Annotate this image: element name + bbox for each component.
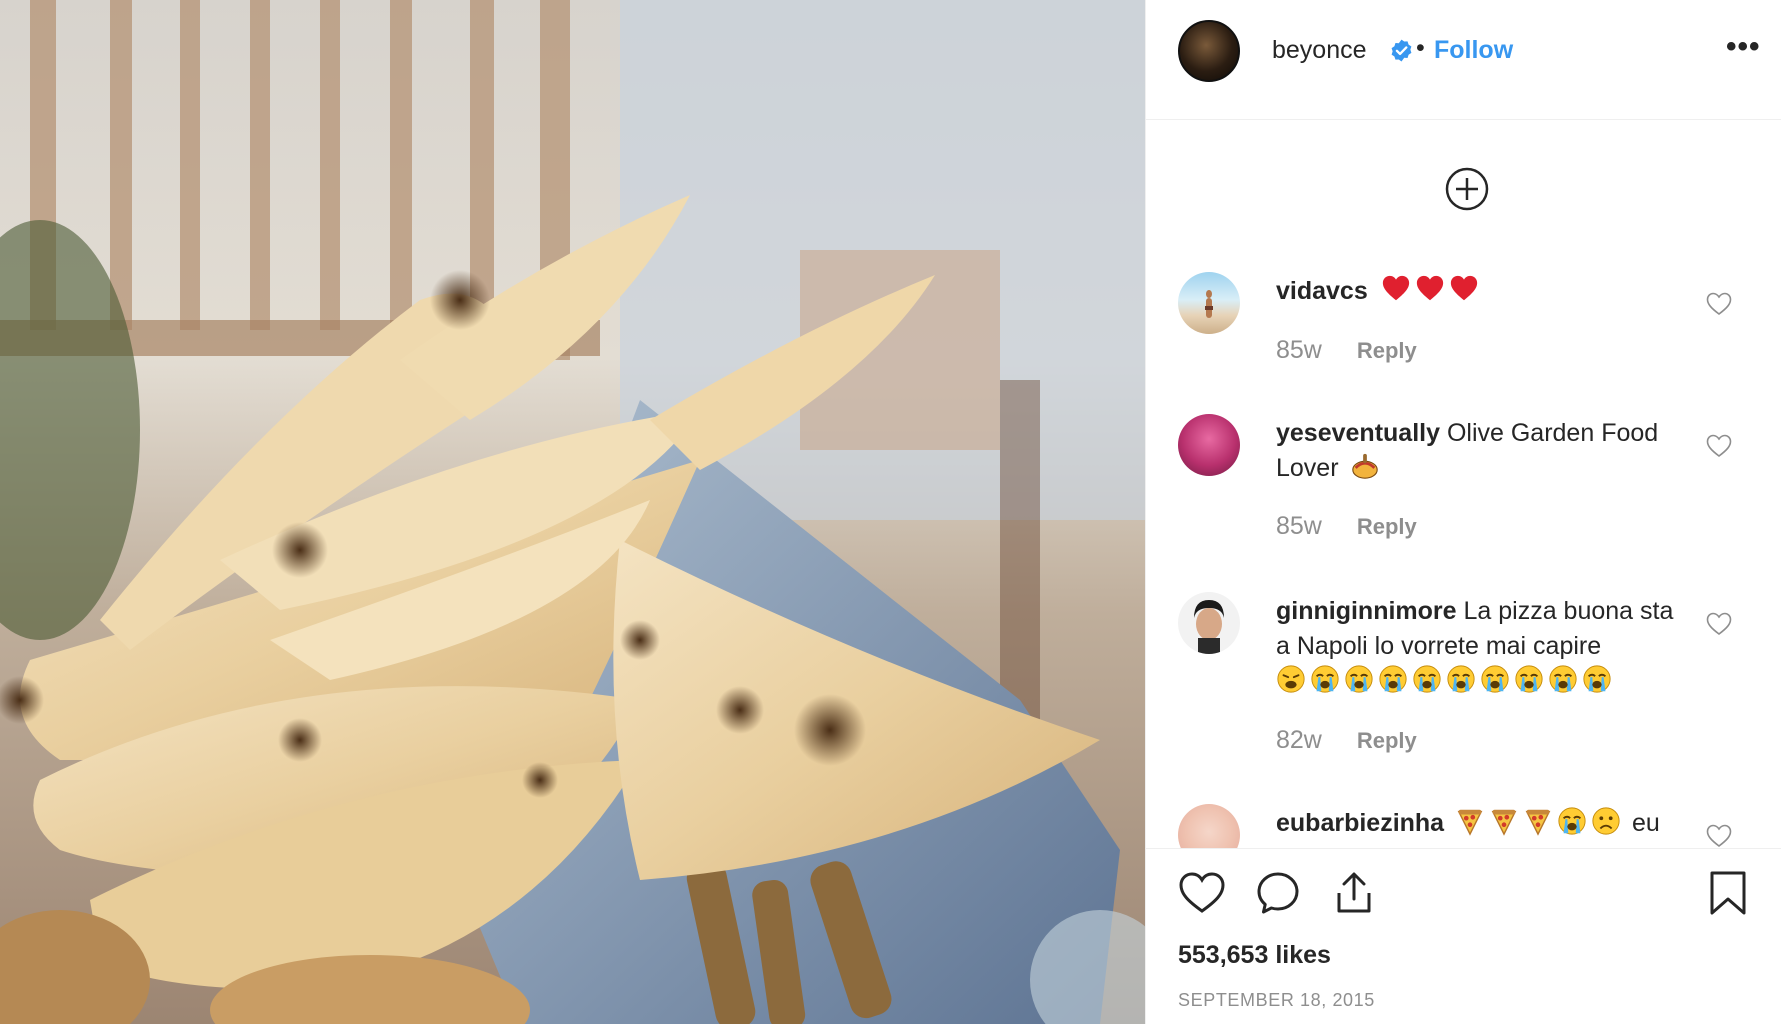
post-actions: 553,653 likes SEPTEMBER 18, 2015 [1146,848,1781,1024]
spaghetti-icon [1351,453,1378,479]
pizza-icon [1525,809,1551,836]
comment-meta: 85w Reply [1276,336,1417,365]
crying-face-icon [1311,665,1339,693]
crying-face-icon [1413,665,1441,693]
comment-timestamp[interactable]: 82w [1276,726,1322,755]
pizza-icon [1491,809,1517,836]
comment-like-heart-icon[interactable] [1706,824,1732,848]
follow-button[interactable]: Follow [1434,36,1513,65]
comments-list[interactable]: vidavcs 85w Reply yeseventually Olive Ga… [1146,240,1781,848]
comment-text: yeseventually Olive Garden Food Lover [1276,416,1686,486]
comment-timestamp[interactable]: 85w [1276,512,1322,541]
comment-username[interactable]: ginniginnimore [1276,597,1457,625]
comment-text: vidavcs [1276,274,1686,309]
commenter-avatar[interactable] [1178,272,1240,334]
comment-like-heart-icon[interactable] [1706,292,1732,316]
bread-basket-image [0,0,1145,1024]
pizza-icon [1457,809,1483,836]
reply-button[interactable]: Reply [1357,338,1417,364]
commenter-avatar[interactable] [1178,592,1240,654]
crying-face-icon [1379,665,1407,693]
comment-text: eubarbiezinha eu [1276,806,1686,841]
post-photo[interactable] [0,0,1145,1024]
red-heart-icon [1382,275,1409,301]
header-separator: • [1416,34,1425,62]
crying-face-icon [1558,807,1586,835]
crying-face-icon [1549,665,1577,693]
like-heart-icon[interactable] [1178,869,1226,917]
reply-button[interactable]: Reply [1357,514,1417,540]
comment-like-heart-icon[interactable] [1706,612,1732,636]
beach-figure-icon [1205,290,1213,318]
more-options-button[interactable]: ••• [1726,30,1761,64]
reply-button[interactable]: Reply [1357,728,1417,754]
comment-username[interactable]: yeseventually [1276,419,1440,447]
commenter-avatar[interactable] [1178,414,1240,476]
comment-meta: 82w Reply [1276,726,1417,755]
crying-face-icon [1481,665,1509,693]
red-heart-icon [1416,275,1443,301]
likes-count[interactable]: 553,653 likes [1178,941,1331,970]
share-icon[interactable] [1330,869,1378,917]
red-heart-icon [1450,275,1477,301]
person-face-icon [1194,600,1224,654]
comment-like-heart-icon[interactable] [1706,434,1732,458]
comment-body: eu [1632,809,1660,837]
post-side-panel: beyonce • Follow ••• vidavcs 85w Reply y… [1145,0,1781,1024]
post-date[interactable]: SEPTEMBER 18, 2015 [1178,990,1375,1011]
frowning-face-icon [1592,807,1620,835]
comment-meta: 85w Reply [1276,512,1417,541]
author-avatar[interactable] [1178,20,1240,82]
commenter-avatar[interactable] [1178,804,1240,848]
weary-face-icon [1277,665,1305,693]
verified-badge-icon [1391,39,1412,62]
comment-bubble-icon[interactable] [1254,869,1302,917]
crying-face-icon [1515,665,1543,693]
load-more-comments-icon[interactable] [1444,166,1490,212]
post-header: beyonce • Follow ••• [1146,0,1781,120]
bookmark-icon[interactable] [1704,869,1752,917]
author-username[interactable]: beyonce [1272,36,1367,65]
comment-timestamp[interactable]: 85w [1276,336,1322,365]
crying-face-icon [1447,665,1475,693]
comment-text: ginniginnimore La pizza buona sta a Napo… [1276,594,1686,699]
comment-username[interactable]: eubarbiezinha [1276,809,1444,837]
comment-username[interactable]: vidavcs [1276,277,1368,305]
crying-face-icon [1345,665,1373,693]
crying-face-icon [1583,665,1611,693]
